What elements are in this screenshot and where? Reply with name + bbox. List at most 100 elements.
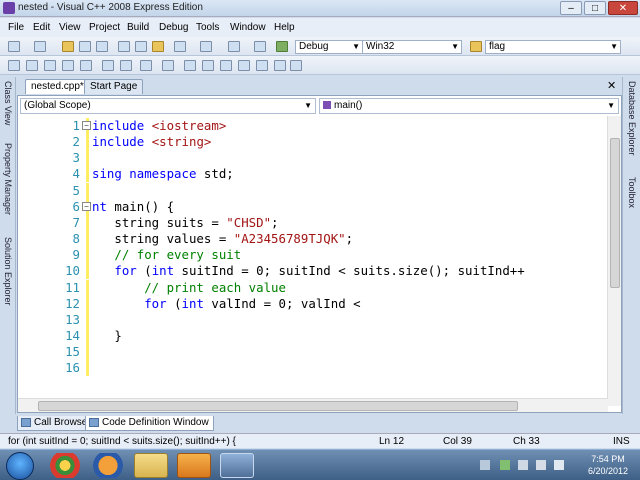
solution-explorer-tab[interactable]: Solution Explorer: [3, 237, 13, 306]
connect-icon[interactable]: [8, 60, 20, 71]
code-line[interactable]: 14 }: [38, 327, 603, 344]
vertical-scroll-thumb[interactable]: [610, 138, 620, 288]
menu-file[interactable]: File: [8, 22, 24, 33]
horizontal-scrollbar[interactable]: [18, 398, 608, 412]
menu-project[interactable]: Project: [89, 22, 120, 33]
save-icon[interactable]: [79, 41, 91, 52]
code-line[interactable]: 3: [38, 150, 603, 167]
code-line[interactable]: 7 string suits = "CHSD";: [38, 214, 603, 231]
config-combo[interactable]: Debug ▼: [295, 40, 363, 54]
maximize-button[interactable]: □: [584, 1, 606, 15]
bookmark-document-icon[interactable]: [274, 60, 286, 71]
tray-display-icon[interactable]: [518, 460, 528, 470]
increase-indent-icon[interactable]: [120, 60, 132, 71]
tray-arrow-icon[interactable]: [480, 460, 490, 470]
word-completion-icon[interactable]: [80, 60, 92, 71]
menu-help[interactable]: Help: [274, 22, 295, 33]
previous-bookmark-folder-icon[interactable]: [238, 60, 250, 71]
member-combo[interactable]: main() ▼: [319, 98, 619, 114]
chrome-icon[interactable]: [48, 453, 82, 478]
close-button[interactable]: ✕: [608, 1, 638, 15]
collapse-icon[interactable]: −: [82, 201, 91, 211]
changed-line-marker: [86, 279, 89, 296]
start-debugging-icon[interactable]: [276, 41, 288, 52]
right-tool-window-strip: Database Explorer Toolbox: [622, 77, 640, 414]
changed-line-marker: [86, 327, 89, 344]
tab-start-page[interactable]: Start Page: [84, 79, 144, 94]
navigate-forward-icon[interactable]: [254, 41, 266, 52]
redo-icon[interactable]: [200, 41, 212, 52]
minimize-button[interactable]: –: [560, 1, 582, 15]
code-editor[interactable]: (Global Scope) ▼ main() ▼ 1− include <ios…: [17, 95, 622, 413]
new-project-icon[interactable]: [8, 41, 20, 52]
code-line[interactable]: 16: [38, 360, 603, 377]
uncomment-icon[interactable]: [162, 60, 174, 71]
quick-info-icon[interactable]: [62, 60, 74, 71]
code-line[interactable]: 9 // for every suit: [38, 247, 603, 264]
code-line[interactable]: 1− include <iostream>: [38, 118, 603, 134]
changed-line-marker: [86, 134, 89, 151]
code-line[interactable]: 11 // print each value: [38, 279, 603, 296]
tray-volume-icon[interactable]: [554, 460, 564, 470]
line-number: 5: [72, 182, 80, 198]
decrease-indent-icon[interactable]: [102, 60, 114, 71]
class-view-tab[interactable]: Class View: [3, 81, 13, 125]
tray-flag-icon[interactable]: [500, 460, 510, 470]
code-line[interactable]: 4 sing namespace std;: [38, 166, 603, 183]
database-explorer-tab[interactable]: Database Explorer: [627, 81, 637, 156]
code-area[interactable]: 1− include <iostream> 2 include <string> 3 4 s…: [38, 118, 603, 400]
add-item-icon[interactable]: [34, 41, 46, 52]
navigate-backward-icon[interactable]: [228, 41, 240, 52]
code-line[interactable]: 15: [38, 344, 603, 361]
platform-combo[interactable]: Win32 ▼: [362, 40, 462, 54]
tray-clock[interactable]: 7:54 PM 6/20/2012: [582, 453, 634, 478]
menu-debug[interactable]: Debug: [159, 22, 188, 33]
code-token: ;: [271, 214, 279, 230]
toolbox-tab[interactable]: Toolbox: [627, 177, 637, 208]
close-document-icon[interactable]: ✕: [607, 79, 616, 92]
parameter-info-icon[interactable]: [44, 60, 56, 71]
tab-call-browser[interactable]: Call Browser: [17, 416, 96, 431]
open-file-icon[interactable]: [62, 41, 74, 52]
previous-bookmark-icon[interactable]: [202, 60, 214, 71]
save-all-icon[interactable]: [96, 41, 108, 52]
next-bookmark-icon[interactable]: [220, 60, 232, 71]
menu-edit[interactable]: Edit: [33, 22, 50, 33]
code-line[interactable]: 13: [38, 311, 603, 328]
firefox-icon[interactable]: [91, 453, 125, 478]
folder-icon[interactable]: [134, 453, 168, 478]
tab-nested-cpp[interactable]: nested.cpp*: [25, 79, 90, 94]
vertical-scrollbar[interactable]: [607, 116, 621, 406]
clear-bookmarks-icon[interactable]: [290, 60, 302, 71]
visual-studio-taskbar-icon[interactable]: [220, 453, 254, 478]
tray-network-icon[interactable]: [536, 460, 546, 470]
property-manager-tab[interactable]: Property Manager: [3, 143, 13, 215]
code-line[interactable]: 12 for (int valInd = 0; valInd <: [38, 295, 603, 312]
horizontal-scroll-thumb[interactable]: [38, 401, 518, 411]
paste-icon[interactable]: [152, 41, 164, 52]
undo-icon[interactable]: [174, 41, 186, 52]
code-line[interactable]: 5: [38, 182, 603, 199]
code-line[interactable]: 2 include <string>: [38, 134, 603, 151]
find-combo[interactable]: flag ▼: [485, 40, 621, 54]
tab-code-definition-window[interactable]: Code Definition Window: [85, 416, 214, 431]
next-bookmark-folder-icon[interactable]: [256, 60, 268, 71]
code-line[interactable]: 6− nt main() {: [38, 198, 603, 215]
comment-out-icon[interactable]: [140, 60, 152, 71]
scope-combo[interactable]: (Global Scope) ▼: [20, 98, 316, 114]
code-line[interactable]: 10 for (int suitInd = 0; suitInd < suits…: [38, 263, 603, 280]
start-button[interactable]: [6, 452, 34, 480]
cut-icon[interactable]: [118, 41, 130, 52]
copy-icon[interactable]: [135, 41, 147, 52]
menu-tools[interactable]: Tools: [196, 22, 219, 33]
menu-window[interactable]: Window: [230, 22, 266, 33]
menu-view[interactable]: View: [59, 22, 81, 33]
media-player-icon[interactable]: [177, 453, 211, 478]
find-in-files-icon[interactable]: [470, 41, 482, 52]
toggle-bookmark-icon[interactable]: [184, 60, 196, 71]
display-object-icon[interactable]: [26, 60, 38, 71]
menu-build[interactable]: Build: [127, 22, 149, 33]
code-line[interactable]: 8 string values = "A23456789TJQK";: [38, 231, 603, 248]
collapse-icon[interactable]: −: [82, 121, 91, 130]
